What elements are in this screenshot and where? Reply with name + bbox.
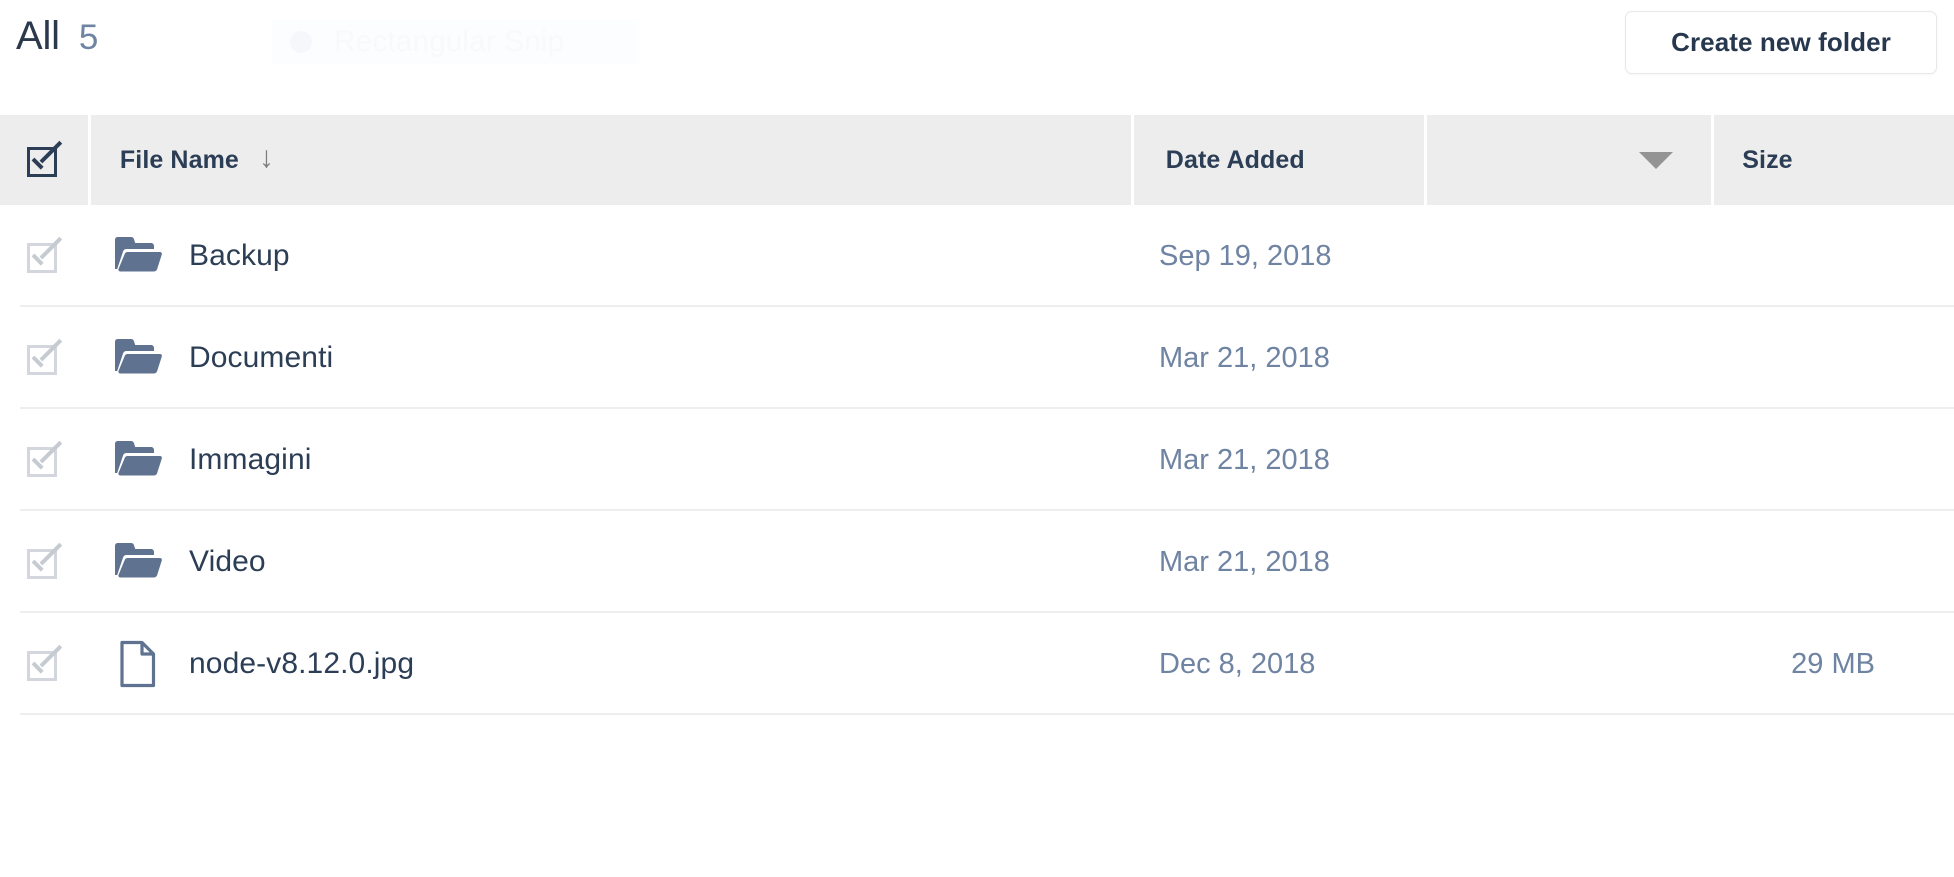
select-all-header-cell[interactable] bbox=[0, 115, 88, 205]
file-table: File Name ↓ Date Added Size Backup Sep 19… bbox=[0, 115, 1954, 715]
size-header-label: Size bbox=[1742, 145, 1793, 174]
item-count: 5 bbox=[78, 18, 99, 57]
file-name-cell[interactable]: Documenti bbox=[88, 335, 1129, 381]
sort-descending-icon[interactable]: ↓ bbox=[259, 143, 274, 173]
rectangular-snip-toast: Rectangular Snip bbox=[272, 20, 640, 64]
date-added-cell: Mar 21, 2018 bbox=[1129, 546, 1707, 579]
date-added-value: Dec 8, 2018 bbox=[1159, 647, 1316, 680]
row-checkbox-icon[interactable] bbox=[27, 341, 61, 375]
create-new-folder-button[interactable]: Create new folder bbox=[1625, 11, 1937, 74]
date-added-cell: Sep 19, 2018 bbox=[1129, 240, 1707, 273]
size-value: 29 MB bbox=[1791, 647, 1875, 680]
row-checkbox-icon[interactable] bbox=[27, 647, 61, 681]
date-added-cell: Mar 21, 2018 bbox=[1129, 444, 1707, 477]
date-added-value: Sep 19, 2018 bbox=[1159, 239, 1332, 272]
circle-icon bbox=[290, 31, 312, 53]
select-all-checkbox-icon[interactable] bbox=[26, 143, 61, 177]
table-row[interactable]: Immagini Mar 21, 2018 bbox=[0, 409, 1954, 511]
row-select-cell[interactable] bbox=[0, 443, 88, 477]
date-added-value: Mar 21, 2018 bbox=[1159, 545, 1330, 578]
row-checkbox-icon[interactable] bbox=[27, 239, 61, 273]
page-title-text: All bbox=[16, 14, 60, 58]
file-icon bbox=[112, 640, 164, 688]
row-select-cell[interactable] bbox=[0, 341, 88, 375]
date-added-header-cell[interactable]: Date Added bbox=[1133, 115, 1424, 205]
folder-icon bbox=[112, 539, 164, 585]
file-name-cell[interactable]: node-v8.12.0.jpg bbox=[88, 640, 1129, 688]
file-name-label: Documenti bbox=[189, 341, 334, 374]
table-body: Backup Sep 19, 2018 Documenti Mar 21, 2018 I… bbox=[0, 205, 1954, 715]
caret-down-icon[interactable] bbox=[1639, 151, 1674, 169]
file-name-header-label: File Name bbox=[119, 145, 239, 174]
file-name-cell[interactable]: Video bbox=[88, 539, 1129, 585]
table-row[interactable]: Video Mar 21, 2018 bbox=[0, 511, 1954, 613]
table-row[interactable]: Backup Sep 19, 2018 bbox=[0, 205, 1954, 307]
date-added-header-label: Date Added bbox=[1165, 145, 1305, 174]
folder-icon bbox=[112, 233, 164, 279]
row-select-cell[interactable] bbox=[0, 647, 88, 681]
file-name-cell[interactable]: Backup bbox=[88, 233, 1129, 279]
row-select-cell[interactable] bbox=[0, 545, 88, 579]
row-select-cell[interactable] bbox=[0, 239, 88, 273]
rectangular-snip-label: Rectangular Snip bbox=[334, 25, 565, 58]
row-checkbox-icon[interactable] bbox=[27, 443, 61, 477]
file-name-label: Video bbox=[189, 545, 266, 578]
date-added-value: Mar 21, 2018 bbox=[1159, 443, 1330, 476]
table-row[interactable]: Documenti Mar 21, 2018 bbox=[0, 307, 1954, 409]
file-name-label: Immagini bbox=[189, 443, 312, 476]
file-name-label: Backup bbox=[189, 239, 290, 272]
page-title: All 5 bbox=[16, 16, 98, 56]
size-cell: 29 MB bbox=[1707, 648, 1947, 681]
table-header-row: File Name ↓ Date Added Size bbox=[0, 115, 1954, 205]
page-header: All 5 Rectangular Snip Create new folder bbox=[0, 0, 1954, 115]
file-name-header-cell[interactable]: File Name ↓ bbox=[90, 115, 1131, 205]
date-added-cell: Dec 8, 2018 bbox=[1129, 648, 1707, 681]
file-name-cell[interactable]: Immagini bbox=[88, 437, 1129, 483]
date-added-cell: Mar 21, 2018 bbox=[1129, 342, 1707, 375]
folder-icon bbox=[112, 437, 164, 483]
file-name-label: node-v8.12.0.jpg bbox=[189, 647, 415, 680]
date-added-sort-cell[interactable] bbox=[1426, 115, 1712, 205]
date-added-value: Mar 21, 2018 bbox=[1159, 341, 1330, 374]
size-header-cell[interactable]: Size bbox=[1714, 115, 1954, 205]
table-row[interactable]: node-v8.12.0.jpg Dec 8, 2018 29 MB bbox=[0, 613, 1954, 715]
row-checkbox-icon[interactable] bbox=[27, 545, 61, 579]
folder-icon bbox=[112, 335, 164, 381]
